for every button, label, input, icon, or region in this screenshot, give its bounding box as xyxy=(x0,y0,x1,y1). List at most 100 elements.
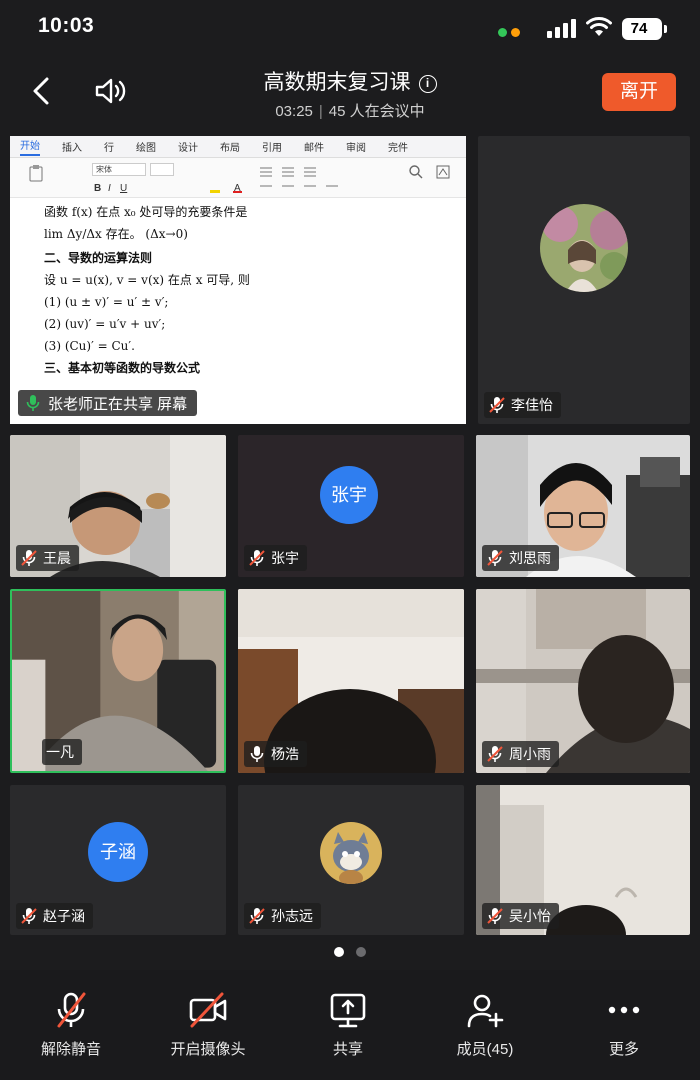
microphone-muted-icon xyxy=(487,908,503,924)
ribbon-tab: 设计 xyxy=(178,143,198,154)
document-line: (1) (u ± v)′ = u′ ± v′; xyxy=(44,295,169,309)
participant-tile[interactable]: 张宇 张宇 xyxy=(238,435,464,577)
back-icon[interactable] xyxy=(30,76,54,106)
find-icon xyxy=(409,165,423,179)
paragraph-icons xyxy=(260,167,338,187)
battery-icon: 74 xyxy=(622,18,667,40)
microphone-muted-icon xyxy=(249,550,265,566)
signal-icon xyxy=(547,19,576,38)
participant-name: 张宇 xyxy=(271,550,299,566)
participant-tile[interactable]: 刘思雨 xyxy=(476,435,690,577)
participant-tile[interactable]: 周小雨 xyxy=(476,589,690,773)
privacy-indicators xyxy=(498,24,524,42)
share-screen-icon xyxy=(330,993,366,1028)
participant-tile[interactable]: 王晨 xyxy=(10,435,226,577)
camera-button[interactable]: 开启摄像头 xyxy=(148,990,268,1059)
document-heading: 二、导数的运算法则 xyxy=(44,251,153,265)
participant-name: 周小雨 xyxy=(509,746,551,762)
share-status: 张老师正在共享 屏幕 xyxy=(18,390,198,416)
microphone-muted-icon xyxy=(487,746,503,762)
font-size-select xyxy=(150,163,174,176)
participant-name: 李佳怡 xyxy=(511,397,553,413)
more-label: 更多 xyxy=(608,1041,639,1058)
members-button[interactable]: 成员(45) xyxy=(425,990,545,1059)
document-line: 函数 f(x) 在点 x₀ 处可导的充要条件是 xyxy=(44,205,248,219)
microphone-muted-icon xyxy=(21,908,37,924)
meeting-elapsed: 03:25 xyxy=(275,103,313,120)
microphone-muted-icon xyxy=(489,397,505,413)
participant-tile[interactable]: 子涵 赵子涵 xyxy=(10,785,226,935)
microphone-icon xyxy=(250,746,264,762)
mic-indicator xyxy=(511,28,520,37)
ribbon-tab: 完件 xyxy=(388,143,408,154)
ribbon-tab: 审阅 xyxy=(346,143,366,154)
avatar: 张宇 xyxy=(320,466,378,524)
microphone-muted-icon xyxy=(487,550,503,566)
meeting-header: 高数期末复习课 i 03:25 | 45 人在会议中 离开 xyxy=(0,56,700,126)
microphone-icon xyxy=(26,395,40,411)
ribbon-tab: 布局 xyxy=(220,143,240,154)
participant-name: 赵子涵 xyxy=(43,908,85,924)
document-line: (3) (Cu)′ = Cu′. xyxy=(44,339,135,353)
participant-name-tag: 吴小怡 xyxy=(482,903,559,929)
microphone-muted-icon xyxy=(249,908,265,924)
status-bar: 10:03 74 xyxy=(0,0,700,56)
avatar xyxy=(540,204,628,292)
unmute-button[interactable]: 解除静音 xyxy=(11,990,131,1059)
participant-name-tag: 周小雨 xyxy=(482,741,559,767)
participant-name-tag: 一凡 xyxy=(42,739,82,765)
avatar: 子涵 xyxy=(88,822,148,882)
share-button[interactable]: 共享 xyxy=(288,990,408,1059)
ribbon-tab: 插入 xyxy=(62,143,82,154)
page-dot-active[interactable] xyxy=(334,947,344,957)
word-ribbon: 宋体 B I U A xyxy=(10,158,466,198)
font-select: 宋体 xyxy=(92,163,146,176)
meeting-title: 高数期末复习课 xyxy=(263,71,411,94)
participant-tile[interactable]: 吴小怡 xyxy=(476,785,690,935)
participant-name-tag: 王晨 xyxy=(16,545,79,571)
participant-tile[interactable]: 李佳怡 xyxy=(478,136,690,424)
participant-name: 王晨 xyxy=(43,550,71,566)
share-status-label: 张老师正在共享 屏幕 xyxy=(48,395,188,413)
page-indicator[interactable] xyxy=(0,944,700,962)
ribbon-tab: 引用 xyxy=(262,143,282,154)
camera-indicator xyxy=(498,28,507,37)
document-line: (2) (uv)′ = u′v + uv′; xyxy=(44,317,166,331)
screen-share-tile[interactable]: 开始 插入 行 绘图 设计 布局 引用 邮件 审阅 完件 宋体 B I U A xyxy=(10,136,466,424)
page-dot[interactable] xyxy=(356,947,366,957)
avatar xyxy=(320,822,382,884)
wifi-icon xyxy=(586,17,612,36)
unmute-label: 解除静音 xyxy=(40,1041,101,1058)
meeting-subtitle: 03:25 | 45 人在会议中 xyxy=(275,103,425,120)
ribbon-tab: 邮件 xyxy=(304,143,324,154)
status-time: 10:03 xyxy=(38,14,95,37)
info-icon[interactable]: i xyxy=(418,75,437,93)
more-button[interactable]: 更多 xyxy=(564,990,684,1059)
microphone-muted-icon xyxy=(57,992,86,1028)
participant-tile[interactable]: 杨浩 xyxy=(238,589,464,773)
add-member-icon xyxy=(467,994,504,1028)
meeting-info[interactable]: 高数期末复习课 i 03:25 | 45 人在会议中 xyxy=(200,66,500,121)
members-label: 成员(45) xyxy=(456,1041,514,1058)
camera-label: 开启摄像头 xyxy=(170,1041,246,1058)
share-label: 共享 xyxy=(332,1041,363,1058)
ribbon-tab: 行 xyxy=(104,143,114,154)
participant-name-tag: 李佳怡 xyxy=(484,392,561,418)
leave-button[interactable]: 离开 xyxy=(602,73,676,111)
ribbon-tab: 绘图 xyxy=(136,143,156,154)
svg-text:B: B xyxy=(94,183,101,194)
svg-text:I: I xyxy=(108,183,111,194)
document-page: 函数 f(x) 在点 x₀ 处可导的充要条件是 lim Δy/Δx 存在。 (Δ… xyxy=(10,198,466,374)
document-line: 设 u = u(x), v = v(x) 在点 x 可导, 则 xyxy=(44,273,250,287)
meeting-toolbar: 解除静音 开启摄像头 共享 成员(45) 更多 xyxy=(0,970,700,1080)
participant-tile-active-speaker[interactable]: 一凡 xyxy=(10,589,226,773)
paste-icon xyxy=(29,165,43,182)
participant-name: 孙志远 xyxy=(271,908,313,924)
speaker-icon[interactable] xyxy=(94,76,128,106)
document-line: lim Δy/Δx 存在。 (Δx→0) xyxy=(44,227,188,241)
participant-name-tag: 刘思雨 xyxy=(482,545,559,571)
participant-name-tag: 赵子涵 xyxy=(16,903,93,929)
participant-name-tag: 张宇 xyxy=(244,545,307,571)
word-ribbon-tabs: 开始 插入 行 绘图 设计 布局 引用 邮件 审阅 完件 xyxy=(10,136,466,158)
participant-tile[interactable]: 孙志远 xyxy=(238,785,464,935)
